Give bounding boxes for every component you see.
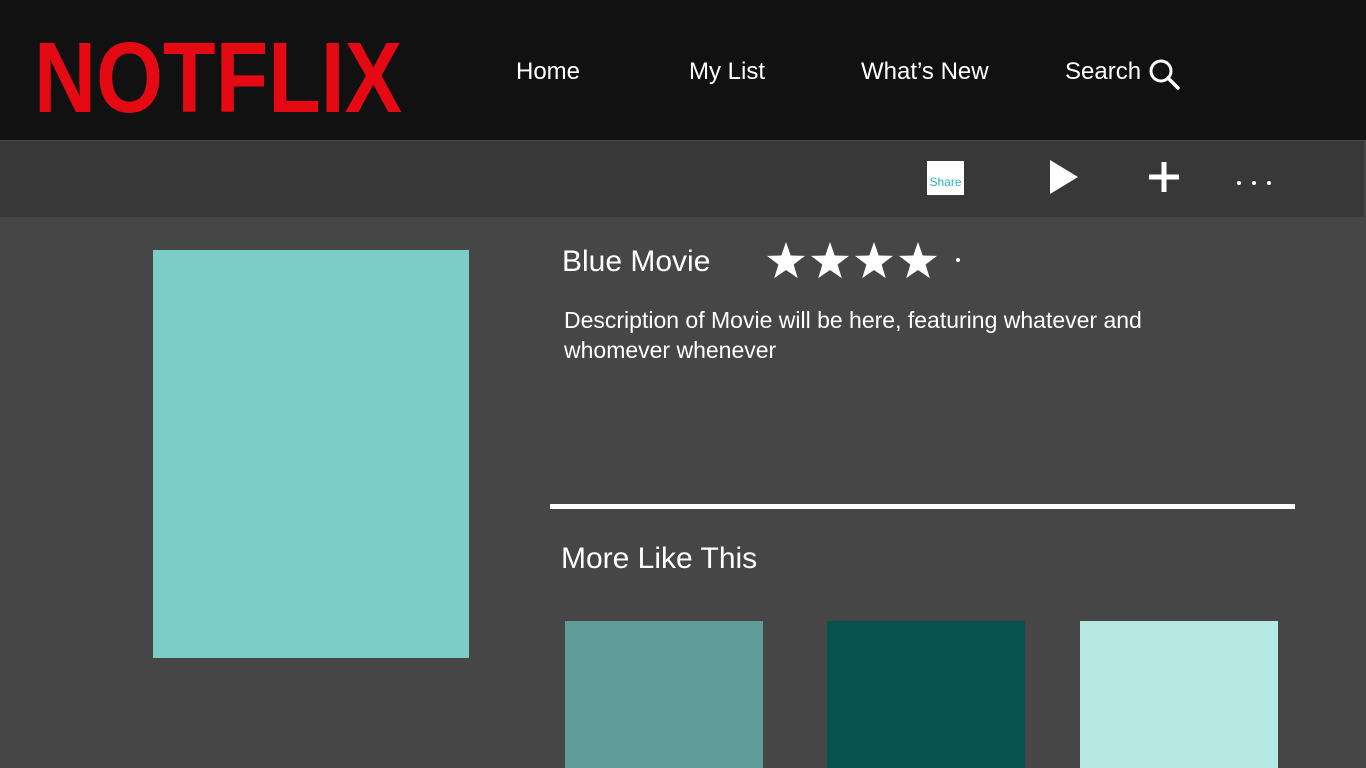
top-header: NOTFLIX Home My List What’s New Search <box>0 0 1366 140</box>
star-filled-icon[interactable] <box>810 242 850 279</box>
similar-movie-thumbnail-1[interactable] <box>565 621 763 768</box>
star-empty-icon[interactable] <box>956 258 960 262</box>
action-toolbar: Share <box>0 141 1364 217</box>
plus-icon[interactable] <box>1148 161 1180 193</box>
nav-home[interactable]: Home <box>516 56 580 88</box>
search-icon[interactable] <box>1148 58 1180 90</box>
star-filled-icon[interactable] <box>898 242 938 279</box>
star-filled-icon[interactable] <box>766 242 806 279</box>
similar-movie-thumbnail-3[interactable] <box>1080 621 1278 768</box>
svg-text:NOTFLIX: NOTFLIX <box>34 22 402 124</box>
brand-logo[interactable]: NOTFLIX <box>33 20 403 124</box>
nav-my-list[interactable]: My List <box>689 56 765 88</box>
nav-search[interactable]: Search <box>1065 56 1141 88</box>
more-like-this-title: More Like This <box>561 542 758 575</box>
nav-whats-new[interactable]: What’s New <box>861 56 989 88</box>
share-button[interactable]: Share <box>927 161 964 195</box>
movie-description: Description of Movie will be here, featu… <box>564 307 1142 363</box>
similar-movie-thumbnail-2[interactable] <box>827 621 1025 768</box>
play-icon[interactable] <box>1048 158 1080 196</box>
movie-poster[interactable] <box>153 250 469 658</box>
movie-title: Blue Movie <box>562 245 711 278</box>
section-divider <box>550 504 1295 509</box>
more-dots-icon[interactable] <box>1234 175 1274 185</box>
star-filled-icon[interactable] <box>854 242 894 279</box>
star-rating[interactable] <box>764 238 964 284</box>
logo-wordmark: NOTFLIX <box>34 22 402 124</box>
